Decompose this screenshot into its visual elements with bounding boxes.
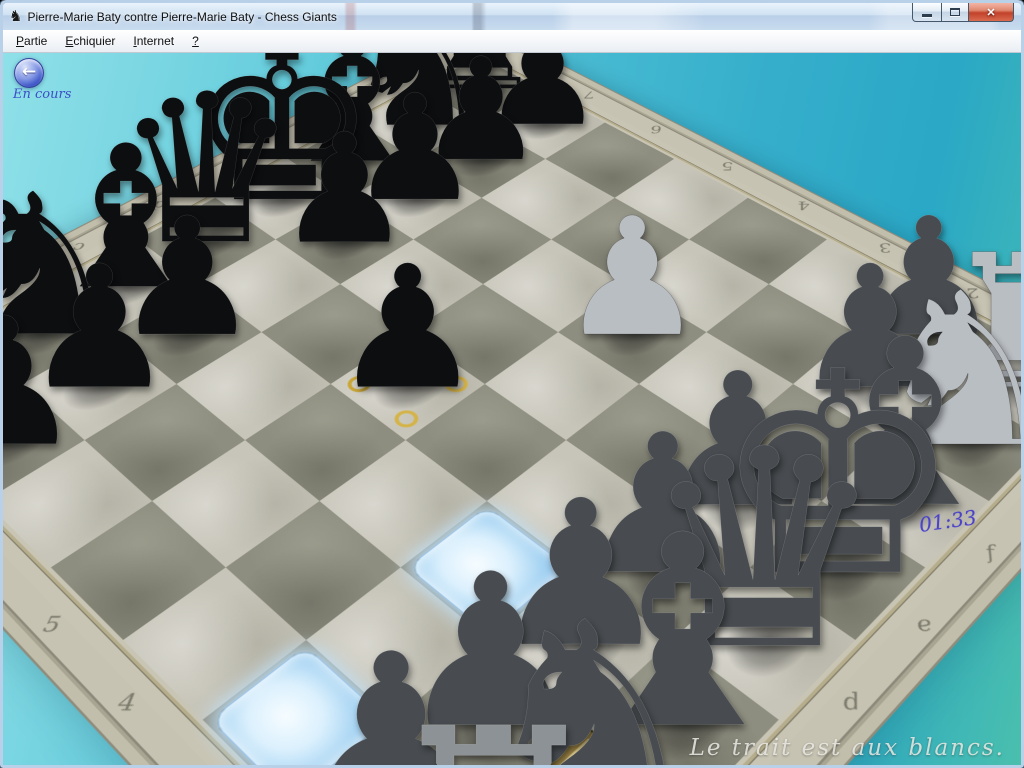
rank-label-5: 5 bbox=[34, 613, 68, 637]
rank-label-4: 4 bbox=[791, 198, 816, 211]
game-scene: ← En cours 8877665544332211aabbccddeeffg… bbox=[3, 53, 1021, 765]
back-arrow-icon: ← bbox=[22, 64, 36, 81]
title-bar[interactable]: ♞ Pierre-Marie Baty contre Pierre-Marie … bbox=[3, 3, 1021, 30]
back-button[interactable]: ← bbox=[14, 58, 44, 88]
file-label-f: f bbox=[293, 123, 314, 135]
file-label-b: b bbox=[3, 285, 6, 300]
menu-bar: PartieEchiquierInternet? bbox=[3, 30, 1021, 53]
menu-item-partie[interactable]: Partie bbox=[7, 31, 56, 51]
menu-item-echiquier[interactable]: Echiquier bbox=[56, 31, 124, 51]
file-label-e: e bbox=[222, 159, 245, 171]
file-label-g: g bbox=[359, 89, 379, 100]
minimize-button[interactable] bbox=[912, 3, 942, 22]
board-perspective: 8877665544332211aabbccddeeffgghh bbox=[3, 53, 1021, 765]
rank-label-2: 2 bbox=[958, 285, 986, 300]
chess-board[interactable]: 8877665544332211aabbccddeeffgghh bbox=[3, 53, 1021, 765]
close-button[interactable]: ✕ bbox=[968, 3, 1014, 22]
menu-item-internet[interactable]: Internet bbox=[124, 31, 183, 51]
rank-label-4: 4 bbox=[109, 690, 144, 717]
minimize-icon bbox=[922, 14, 932, 17]
menu-item-help[interactable]: ? bbox=[183, 31, 208, 51]
file-label-d: d bbox=[834, 690, 870, 717]
rank-label-6: 6 bbox=[645, 123, 667, 135]
rank-label-7: 7 bbox=[579, 89, 599, 100]
app-window: ♞ Pierre-Marie Baty contre Pierre-Marie … bbox=[0, 0, 1024, 768]
rank-label-8: 8 bbox=[517, 57, 536, 67]
chess-knight-icon: ♞ bbox=[9, 9, 22, 24]
file-label-d: d bbox=[146, 198, 170, 211]
rank-label-5: 5 bbox=[715, 159, 738, 171]
window-controls: ✕ bbox=[913, 3, 1014, 22]
game-status-label: En cours bbox=[13, 87, 71, 102]
turn-indicator: Le trait est aux blancs. bbox=[690, 735, 1005, 761]
maximize-icon bbox=[950, 8, 960, 16]
window-title: Pierre-Marie Baty contre Pierre-Marie Ba… bbox=[27, 10, 336, 24]
file-label-f: f bbox=[973, 543, 1008, 565]
file-label-e: e bbox=[907, 613, 942, 637]
maximize-button[interactable] bbox=[941, 3, 969, 22]
file-label-h: h bbox=[421, 57, 440, 67]
file-label-c: c bbox=[65, 240, 91, 254]
rank-label-3: 3 bbox=[871, 240, 897, 254]
